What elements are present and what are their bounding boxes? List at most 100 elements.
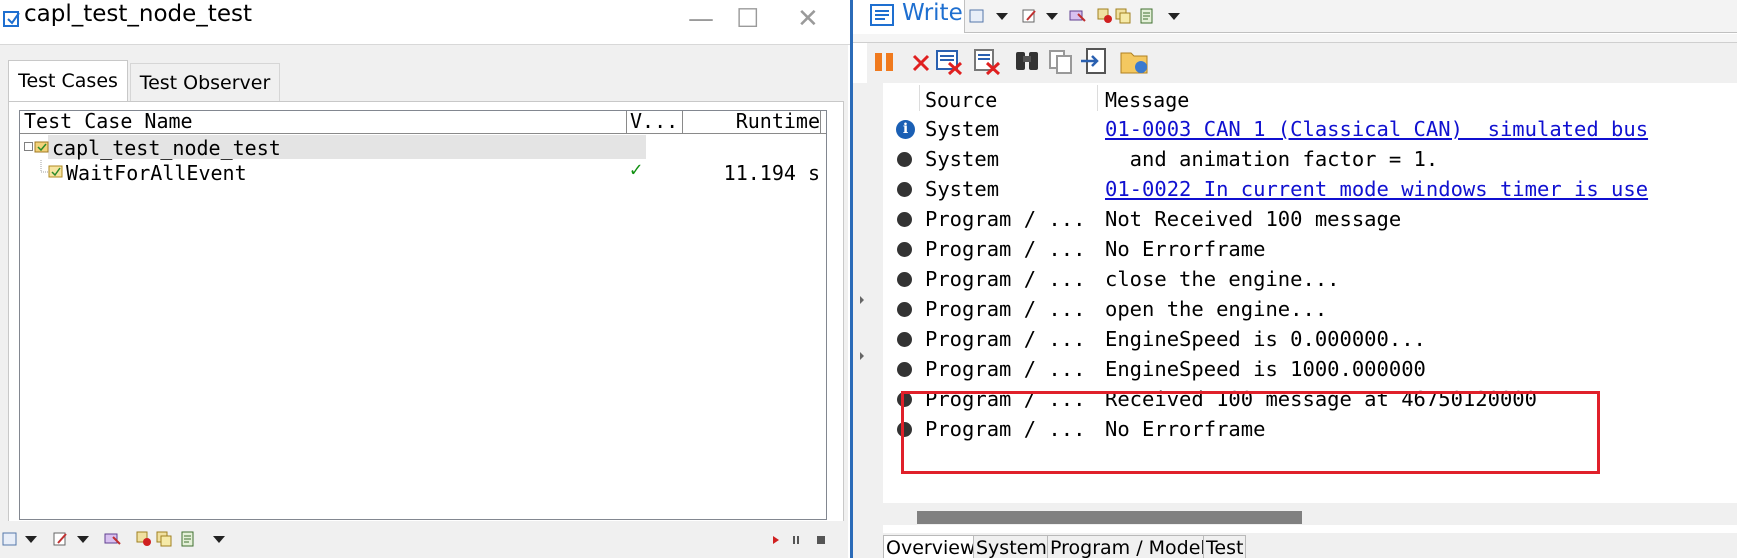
- test-case-icon: [48, 165, 63, 178]
- clear-icon[interactable]: [911, 53, 931, 73]
- edit-icon[interactable]: [52, 531, 68, 547]
- message-source: System: [925, 117, 1000, 141]
- node-group-icon[interactable]: [1115, 8, 1131, 24]
- window-title: capl_test_node_test: [24, 1, 252, 27]
- message-source: Program / ...: [925, 327, 1086, 351]
- highlight-annotation: [901, 391, 1600, 474]
- configuration-icon[interactable]: [1069, 8, 1087, 24]
- message-link[interactable]: 01-0003 CAN 1 (Classical CAN) simulated …: [1105, 117, 1648, 141]
- tree-header: Test Case Name V... Runtime: [20, 109, 826, 134]
- tab-program-model[interactable]: Program / Model: [1047, 535, 1209, 558]
- close-button[interactable]: ✕: [797, 4, 819, 34]
- message-row[interactable]: Program / ... No Errorframe: [883, 233, 1737, 263]
- scrollbar-thumb[interactable]: [917, 511, 1302, 524]
- column-header-runtime[interactable]: Runtime: [736, 109, 820, 133]
- collapse-arrow-icon[interactable]: [859, 351, 865, 361]
- document-icon[interactable]: [180, 531, 196, 547]
- message-row[interactable]: Program / ... EngineSpeed is 0.000000...: [883, 323, 1737, 353]
- column-separator[interactable]: [682, 111, 683, 133]
- tree-item-label: WaitForAllEvent: [66, 161, 247, 185]
- message-row[interactable]: System and animation factor = 1.: [883, 143, 1737, 173]
- tab-test-cases[interactable]: Test Cases: [8, 60, 128, 103]
- column-separator[interactable]: [919, 85, 920, 111]
- message-bullet-icon: [897, 332, 912, 347]
- verdict-pass-icon: ✓: [630, 157, 643, 181]
- hidden-panel-strip: [853, 34, 1737, 43]
- node-group-icon[interactable]: [156, 531, 172, 547]
- runtime-value: 11.194 s: [723, 161, 820, 185]
- message-row[interactable]: Program / ... Not Received 100 message: [883, 203, 1737, 233]
- minimize-button[interactable]: —: [688, 4, 714, 34]
- left-bottom-toolbar: [0, 521, 848, 558]
- grid-header: Source Message: [883, 83, 1737, 113]
- column-header-message[interactable]: Message: [1105, 88, 1189, 112]
- info-icon: i: [896, 120, 915, 139]
- message-text: close the engine...: [1105, 267, 1340, 291]
- message-row[interactable]: Program / ... close the engine...: [883, 263, 1737, 293]
- open-folder-icon[interactable]: [1119, 47, 1151, 77]
- copy-icon[interactable]: [1047, 48, 1075, 76]
- message-row[interactable]: Program / ... EngineSpeed is 1000.000000: [883, 353, 1737, 383]
- tab-overview[interactable]: Overview: [883, 535, 979, 558]
- message-row[interactable]: System 01-0022 In current mode windows ti…: [883, 173, 1737, 203]
- tree-row[interactable]: WaitForAllEvent ✓ 11.194 s: [20, 157, 826, 185]
- export-icon[interactable]: [1079, 47, 1109, 77]
- stop-node-icon[interactable]: [136, 531, 152, 547]
- message-source: Program / ...: [925, 297, 1086, 321]
- pause-icon[interactable]: [792, 535, 800, 545]
- edit-icon[interactable]: [1021, 8, 1037, 24]
- message-source: System: [925, 147, 1000, 171]
- stop-node-icon[interactable]: [1097, 8, 1113, 24]
- configuration-icon[interactable]: [104, 531, 122, 547]
- horizontal-scrollbar[interactable]: [883, 503, 1737, 525]
- message-bullet-icon: [897, 212, 912, 227]
- collapse-arrow-icon[interactable]: [859, 295, 865, 305]
- tree-row[interactable]: capl_test_node_test: [20, 135, 826, 160]
- message-row[interactable]: Program / ... open the engine...: [883, 293, 1737, 323]
- test-case-tree[interactable]: Test Case Name V... Runtime capl_test_no…: [19, 109, 827, 520]
- tab-test[interactable]: Test: [1203, 535, 1247, 558]
- write-page-tabs: Overview System Program / Model Test: [883, 533, 1737, 558]
- column-separator[interactable]: [820, 111, 821, 133]
- play-icon[interactable]: [772, 535, 780, 545]
- delete-entries-icon[interactable]: [973, 48, 1003, 76]
- test-window: capl_test_node_test — ☐ ✕ Test Cases Tes…: [0, 0, 850, 558]
- write-window: Write Source Message i System 01-0003 CA…: [853, 0, 1737, 558]
- message-grid[interactable]: Source Message i System 01-0003 CAN 1 (Cla…: [883, 83, 1737, 503]
- test-cases-page: Test Case Name V... Runtime capl_test_no…: [8, 101, 844, 533]
- column-header-name[interactable]: Test Case Name: [24, 109, 193, 133]
- stop-icon[interactable]: [816, 535, 826, 545]
- message-link[interactable]: 01-0022 In current mode windows timer is…: [1105, 177, 1648, 201]
- tab-system[interactable]: System: [973, 535, 1050, 558]
- pause-icon[interactable]: [873, 51, 895, 73]
- chevron-down-icon[interactable]: [1045, 12, 1059, 22]
- column-header-verdict[interactable]: V...: [630, 109, 678, 133]
- message-bullet-icon: [897, 302, 912, 317]
- write-toolbar: [867, 43, 1737, 83]
- chevron-down-icon[interactable]: [24, 535, 38, 545]
- message-row[interactable]: i System 01-0003 CAN 1 (Classical CAN) sim…: [883, 113, 1737, 143]
- test-panel: Test Cases Test Observer Test Case Name …: [0, 45, 848, 558]
- column-separator[interactable]: [626, 111, 627, 133]
- message-source: Program / ...: [925, 357, 1086, 381]
- clear-page-icon[interactable]: [935, 48, 965, 76]
- collapse-icon[interactable]: [24, 142, 33, 151]
- window-menu-icon[interactable]: [2, 531, 18, 547]
- find-icon[interactable]: [1013, 48, 1043, 76]
- chevron-down-icon[interactable]: [995, 12, 1009, 22]
- title-bar: capl_test_node_test — ☐ ✕: [0, 0, 850, 45]
- message-source: Program / ...: [925, 237, 1086, 261]
- title-bar: Write: [853, 0, 1737, 33]
- chevron-down-icon[interactable]: [76, 535, 90, 545]
- message-text: EngineSpeed is 1000.000000: [1105, 357, 1426, 381]
- document-icon[interactable]: [1139, 8, 1155, 24]
- chevron-down-icon[interactable]: [212, 535, 226, 545]
- window-menu-icon[interactable]: [969, 8, 985, 24]
- chevron-down-icon[interactable]: [1167, 12, 1181, 22]
- maximize-button[interactable]: ☐: [736, 4, 759, 34]
- column-separator[interactable]: [1097, 85, 1098, 111]
- column-header-source[interactable]: Source: [925, 88, 997, 112]
- message-bullet-icon: [897, 182, 912, 197]
- tab-test-observer[interactable]: Test Observer: [130, 63, 280, 102]
- splitter-gutter[interactable]: [853, 83, 883, 558]
